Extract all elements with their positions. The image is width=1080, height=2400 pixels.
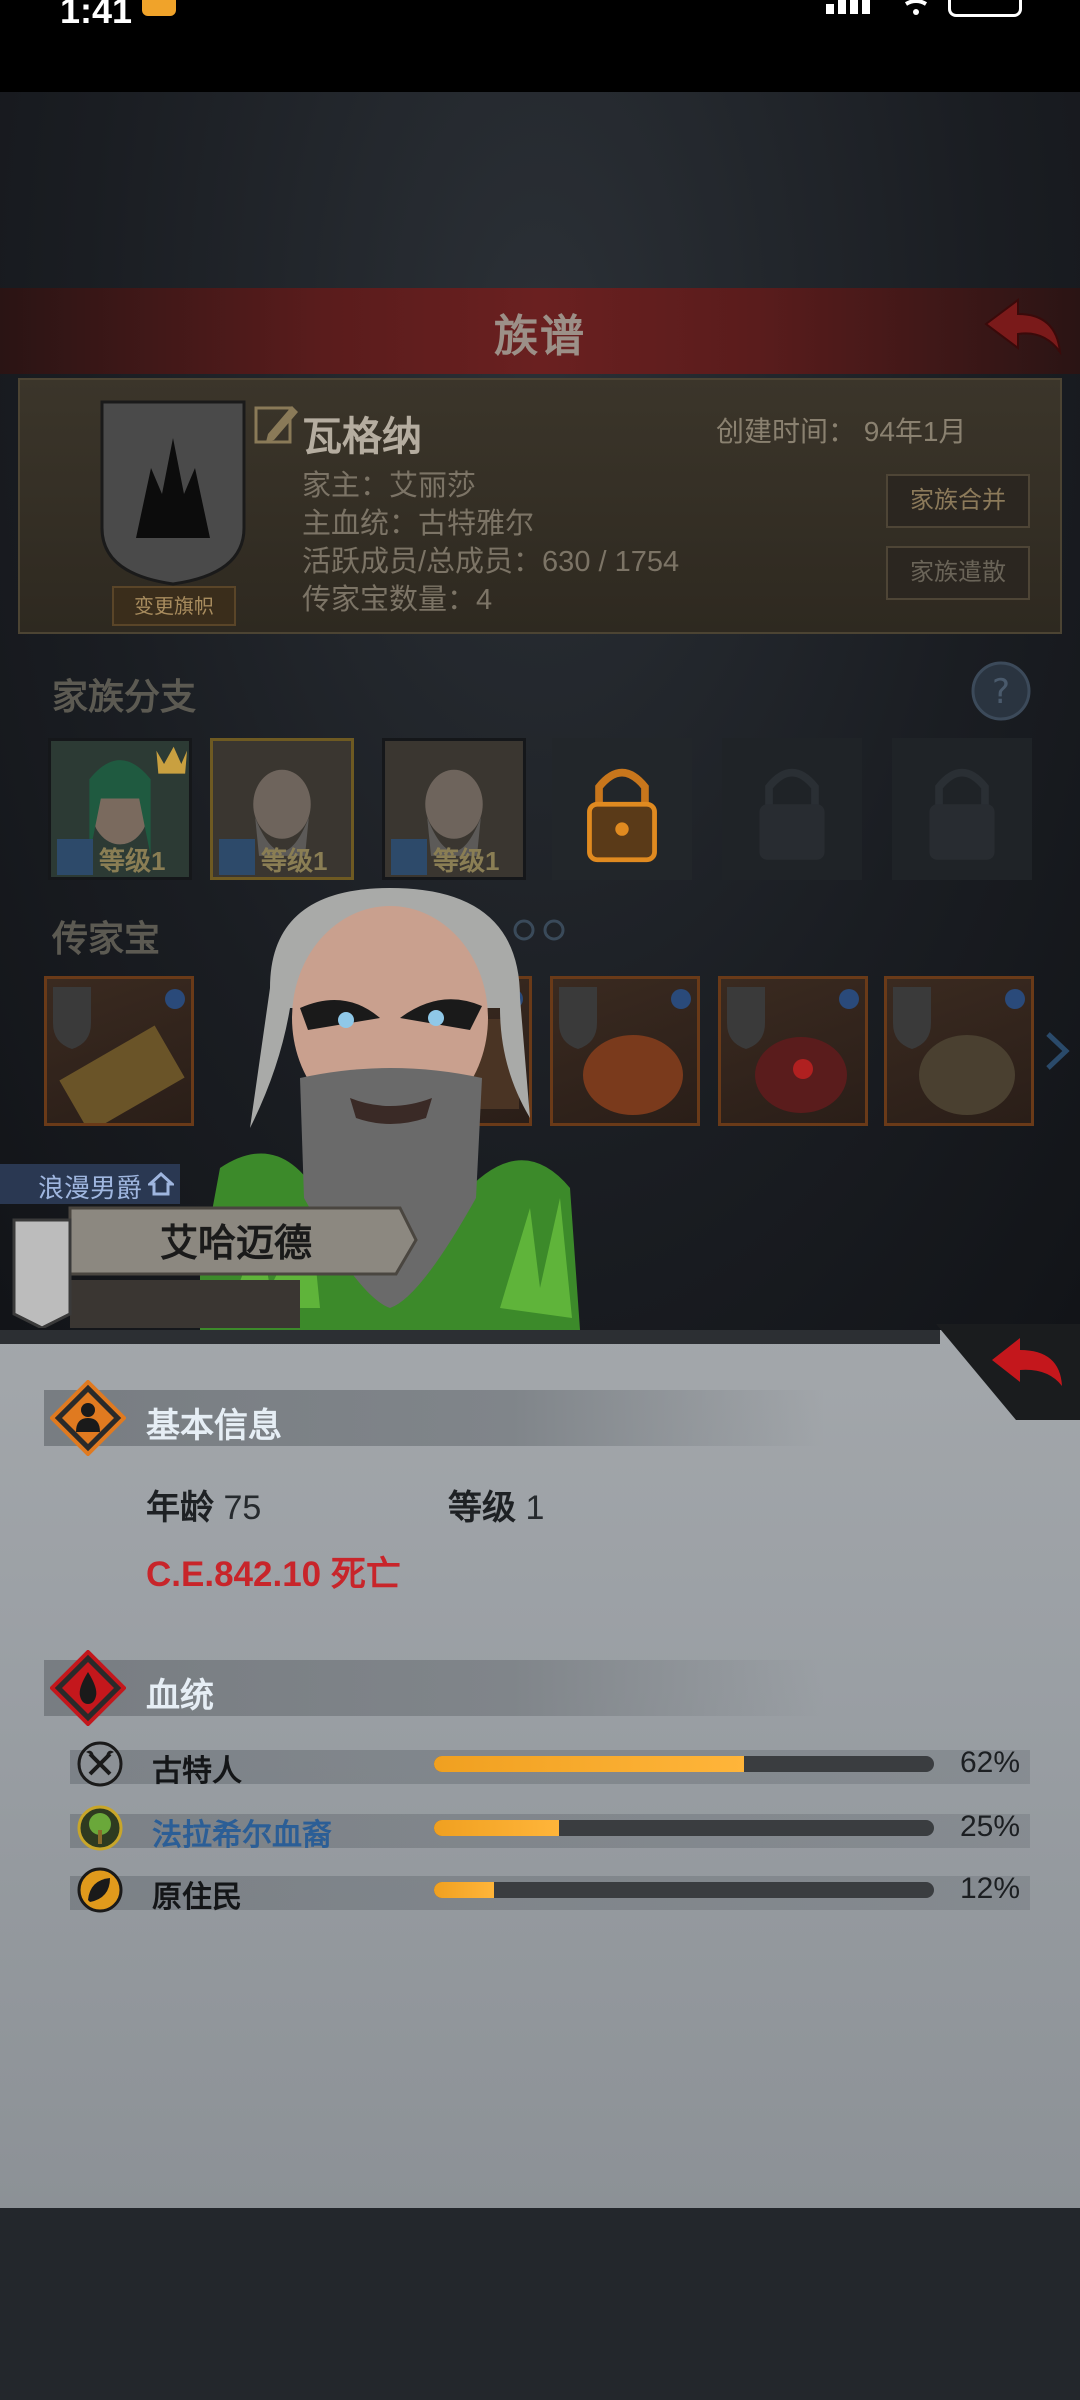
signal-icon xyxy=(826,0,870,14)
heirlooms-label: 传家宝 xyxy=(52,918,161,959)
age-value: 75 xyxy=(223,1489,262,1527)
weapon-icon xyxy=(57,839,93,875)
branch-slot[interactable]: 等级1 xyxy=(382,738,526,880)
family-disband-button[interactable]: 家族遣散 xyxy=(886,546,1030,600)
age-label: 年龄 xyxy=(146,1489,214,1527)
heirloom-item xyxy=(893,987,1025,1115)
chevron-right-icon[interactable] xyxy=(1044,1030,1070,1072)
branch-level: 等级1 xyxy=(99,846,166,876)
heirloom-count: 传家宝数量：4 xyxy=(302,584,493,616)
change-banner-button[interactable]: 变更旗帜 xyxy=(112,586,236,626)
bloodline-percent: 12% xyxy=(960,1872,1021,1905)
bloodline-progress xyxy=(434,1882,934,1898)
app-notification-icon xyxy=(142,0,176,16)
death-date: C.E.842.10 死亡 xyxy=(146,1555,401,1594)
main-bloodline: 主血统：古特雅尔 xyxy=(302,508,535,540)
bloodline-progress xyxy=(434,1820,934,1836)
bloodline-title: 血统 xyxy=(146,1677,214,1715)
heirloom-slot[interactable] xyxy=(718,976,868,1126)
level-stat: 等级 1 xyxy=(448,1480,544,1529)
branches-label: 家族分支 xyxy=(52,676,197,717)
lock-icon xyxy=(759,768,825,860)
bloodline-percent: 25% xyxy=(960,1810,1021,1843)
bloodline-progress-fill xyxy=(434,1820,559,1836)
created-time: 创建时间： 94年1月 xyxy=(716,416,967,447)
character-title: 浪漫男爵 xyxy=(38,1173,143,1203)
heirloom-item xyxy=(53,987,185,1133)
help-icon[interactable]: ? xyxy=(970,660,1032,722)
crossed-axes-icon xyxy=(77,1741,123,1787)
bloodline-progress-fill xyxy=(434,1882,494,1898)
bottom-background xyxy=(0,2208,1080,2400)
member-count: 活跃成员/总成员：630 / 1754 xyxy=(302,546,680,578)
level-label: 等级 xyxy=(448,1489,516,1527)
level-value: 1 xyxy=(525,1489,545,1527)
branch-slot-locked[interactable] xyxy=(892,738,1032,880)
blood-drop-icon xyxy=(50,1650,126,1726)
family-merge-button[interactable]: 家族合并 xyxy=(886,474,1030,528)
bloodline-row: 法拉希尔血裔 25% xyxy=(70,1804,1030,1854)
branch-slot-locked[interactable] xyxy=(722,738,862,880)
bloodline-percent: 62% xyxy=(960,1746,1021,1779)
close-panel-back-icon[interactable] xyxy=(936,1324,1080,1420)
person-icon xyxy=(50,1380,126,1456)
bloodline-row: 古特人 62% xyxy=(70,1740,1030,1790)
heirloom-item xyxy=(727,987,859,1113)
family-patriarch: 家主：艾丽莎 xyxy=(302,470,477,502)
bloodline-name: 法拉希尔血裔 xyxy=(152,1819,332,1852)
age-stat: 年龄 75 xyxy=(146,1480,261,1529)
edit-name-icon[interactable] xyxy=(252,400,300,448)
page-title: 族谱 xyxy=(494,312,586,361)
unlock-padlock-icon xyxy=(587,768,657,863)
battery-icon xyxy=(948,0,1022,17)
panel-top-edge xyxy=(0,1330,940,1344)
bloodline-name: 原住民 xyxy=(152,1881,242,1914)
basic-info-title: 基本信息 xyxy=(146,1407,282,1445)
family-name: 瓦格纳 xyxy=(302,415,422,459)
svg-text:?: ? xyxy=(992,672,1010,712)
home-icon xyxy=(148,1172,174,1196)
family-banner[interactable] xyxy=(96,398,250,586)
bloodline-row: 原住民 12% xyxy=(70,1866,1030,1916)
branch-slot-selected[interactable]: 等级1 xyxy=(210,738,354,880)
bloodline-progress-fill xyxy=(434,1756,744,1772)
leaf-icon xyxy=(77,1867,123,1913)
branch-slot-unlockable[interactable] xyxy=(552,738,692,880)
branch-slot[interactable]: 等级1 xyxy=(48,738,192,880)
lock-icon xyxy=(929,768,995,860)
bloodline-progress xyxy=(434,1756,934,1772)
back-arrow-icon[interactable] xyxy=(978,296,1064,360)
tree-icon xyxy=(77,1805,123,1851)
wifi-icon xyxy=(904,0,928,15)
heirloom-slot[interactable] xyxy=(884,976,1034,1126)
status-time: 1:41 xyxy=(60,0,133,31)
bloodline-name: 古特人 xyxy=(152,1755,242,1788)
character-name: 艾哈迈德 xyxy=(160,1223,313,1265)
heirloom-slot[interactable] xyxy=(44,976,194,1133)
